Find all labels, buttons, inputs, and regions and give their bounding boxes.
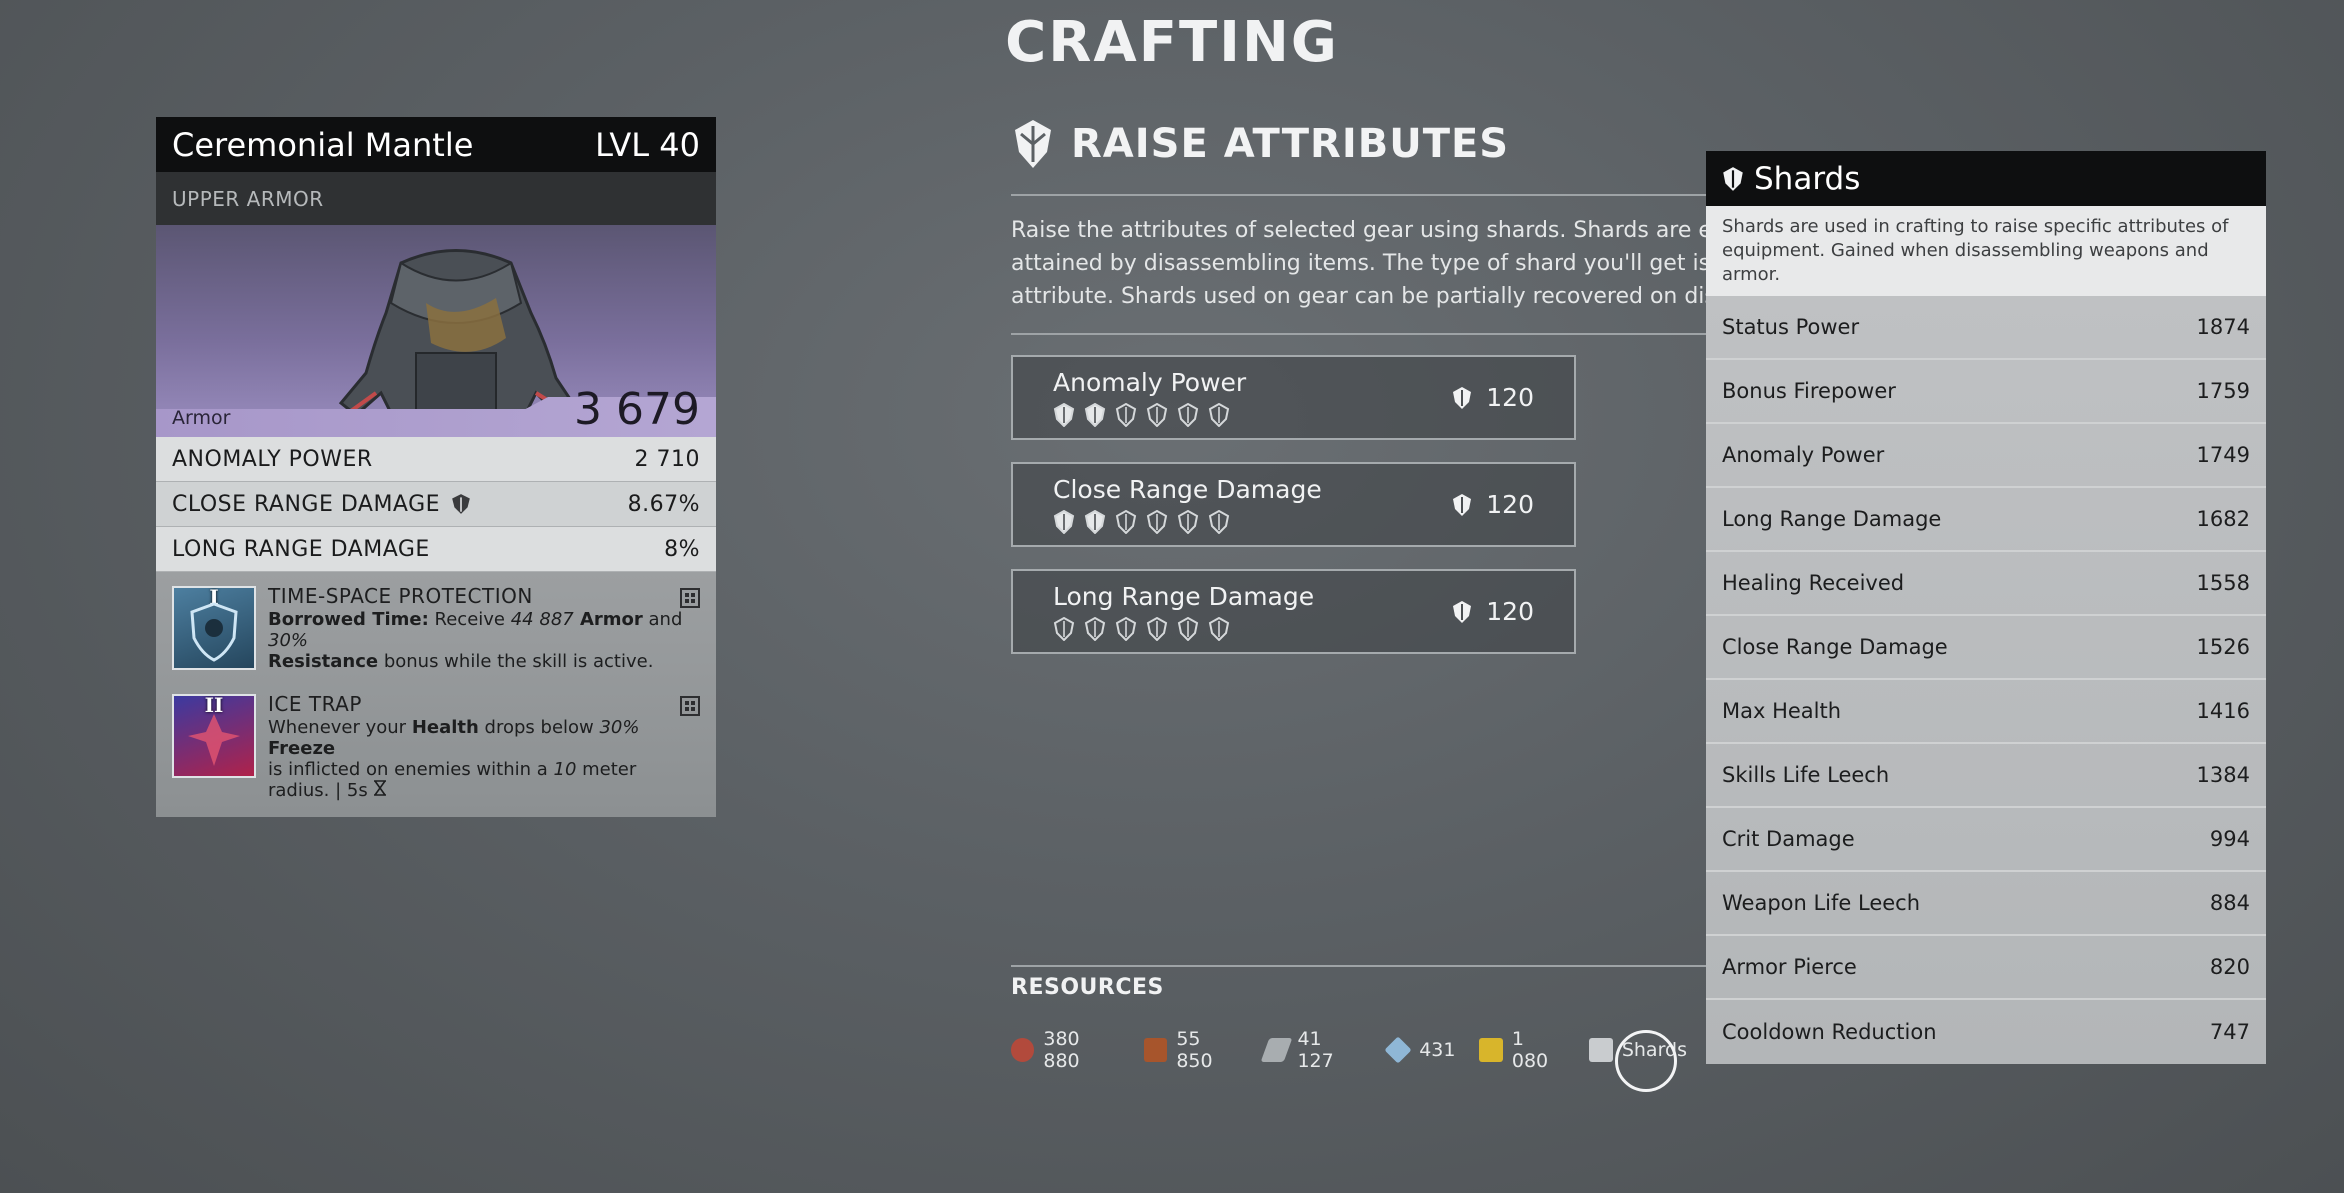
shard-icon — [1453, 493, 1472, 516]
armor-label: Armor — [172, 407, 231, 429]
shard-row: Weapon Life Leech 884 — [1706, 872, 2266, 936]
shard-row: Close Range Damage 1526 — [1706, 616, 2266, 680]
anomalium-icon — [1479, 1038, 1503, 1062]
resource-iron[interactable]: 41 127 — [1260, 1028, 1362, 1072]
attribute-long-range-damage-button[interactable]: Long Range Damage 120 — [1011, 569, 1576, 654]
mod-grid-icon — [680, 696, 700, 716]
pip-filled-icon — [1084, 510, 1106, 534]
pip-empty-icon — [1146, 510, 1168, 534]
attribute-cost: 120 — [1452, 383, 1534, 412]
shards-list: Status Power 1874 Bonus Firepower 1759 Anoma… — [1706, 296, 2266, 1064]
pip-filled-icon — [1053, 403, 1075, 427]
pip-empty-icon — [1053, 617, 1075, 641]
pip-empty-icon — [1146, 403, 1168, 427]
pip-empty-icon — [1208, 403, 1230, 427]
item-mods: I TIME-SPACE PROTECTION Borrowed Time: R… — [156, 572, 716, 817]
shards-icon — [1588, 1038, 1613, 1062]
shard-row: Max Health 1416 — [1706, 680, 2266, 744]
leather-icon — [1143, 1038, 1168, 1062]
stat-row: CLOSE RANGE DAMAGE 8.67% — [156, 482, 716, 527]
pip-empty-icon — [1177, 510, 1199, 534]
divider — [1011, 965, 1711, 967]
shard-row: Healing Received 1558 — [1706, 552, 2266, 616]
attribute-cost: 120 — [1452, 597, 1534, 626]
pip-empty-icon — [1208, 510, 1230, 534]
shard-icon — [1453, 386, 1472, 409]
pip-empty-icon — [1146, 617, 1168, 641]
mod-grid-icon — [680, 588, 700, 608]
pip-empty-icon — [1115, 510, 1137, 534]
pip-empty-icon — [1115, 617, 1137, 641]
divider — [1011, 333, 1711, 335]
item-type: UPPER ARMOR — [156, 172, 716, 225]
page-title: CRAFTING — [1005, 10, 1339, 75]
pip-empty-icon — [1115, 403, 1137, 427]
shard-row: Bonus Firepower 1759 — [1706, 360, 2266, 424]
item-level: LVL 40 — [595, 125, 700, 164]
shield-mod-icon: I — [172, 586, 256, 670]
resource-anomalium[interactable]: 1 080 — [1479, 1028, 1564, 1072]
mod-ice-trap[interactable]: II ICE TRAP Whenever your Health drops b… — [172, 694, 700, 801]
shards-description: Shards are used in crafting to raise spe… — [1706, 206, 2266, 296]
shard-row: Status Power 1874 — [1706, 296, 2266, 360]
pip-filled-icon — [1084, 403, 1106, 427]
resource-leather[interactable]: 55 850 — [1143, 1028, 1241, 1072]
raise-description: Raise the attributes of selected gear us… — [1011, 218, 1711, 309]
raise-attributes-panel: RAISE ATTRIBUTES Raise the attributes of… — [1011, 114, 1711, 676]
attribute-anomaly-power-button[interactable]: Anomaly Power 120 — [1011, 355, 1576, 440]
raise-attributes-title: RAISE ATTRIBUTES — [1071, 121, 1510, 167]
shards-title: Shards — [1754, 160, 1861, 197]
shard-icon — [1015, 120, 1051, 168]
item-image: Armor 3 679 — [156, 225, 716, 437]
shard-row: Armor Pierce 820 — [1706, 936, 2266, 1000]
item-card[interactable]: Ceremonial Mantle LVL 40 UPPER ARMOR Arm… — [156, 117, 716, 817]
item-header: Ceremonial Mantle LVL 40 — [156, 117, 716, 172]
resources-title: RESOURCES — [1011, 975, 1164, 1000]
ice-trap-mod-icon: II — [172, 694, 256, 778]
hourglass-icon — [374, 780, 387, 796]
pip-empty-icon — [1084, 617, 1106, 641]
shard-icon — [1453, 600, 1472, 623]
shard-row: Long Range Damage 1682 — [1706, 488, 2266, 552]
pip-filled-icon — [1053, 510, 1075, 534]
shard-row: Crit Damage 994 — [1706, 808, 2266, 872]
shards-tooltip: Shards Shards are used in crafting to ra… — [1706, 151, 2266, 1064]
item-name: Ceremonial Mantle — [172, 125, 474, 164]
shard-icon — [452, 494, 470, 514]
pip-empty-icon — [1177, 403, 1199, 427]
resource-scrap[interactable]: 380 880 — [1011, 1028, 1120, 1072]
pip-empty-icon — [1177, 617, 1199, 641]
item-stats: ANOMALY POWER 2 710 CLOSE RANGE DAMAGE 8… — [156, 437, 716, 572]
cursor-ring — [1615, 1030, 1677, 1092]
crystal-icon — [1384, 1036, 1412, 1064]
resource-crystal[interactable]: 431 — [1384, 1036, 1455, 1064]
iron-icon — [1260, 1038, 1293, 1062]
attribute-level-pips — [1053, 510, 1322, 534]
shard-row: Skills Life Leech 1384 — [1706, 744, 2266, 808]
pip-empty-icon — [1208, 617, 1230, 641]
shard-icon — [1723, 166, 1743, 191]
shard-row: Anomaly Power 1749 — [1706, 424, 2266, 488]
attribute-level-pips — [1053, 403, 1246, 427]
stat-row: LONG RANGE DAMAGE 8% — [156, 527, 716, 572]
divider — [1011, 194, 1711, 196]
resources-row: 380 880 55 850 41 127 431 1 080 Shards — [1011, 1028, 1711, 1072]
armor-value: 3 679 — [574, 384, 700, 435]
stat-row: ANOMALY POWER 2 710 — [156, 437, 716, 482]
attribute-cost: 120 — [1452, 490, 1534, 519]
attribute-level-pips — [1053, 617, 1314, 641]
attribute-close-range-damage-button[interactable]: Close Range Damage 120 — [1011, 462, 1576, 547]
mod-time-space-protection[interactable]: I TIME-SPACE PROTECTION Borrowed Time: R… — [172, 586, 700, 672]
scrap-icon — [1011, 1038, 1035, 1062]
resources-panel: RESOURCES 380 880 55 850 41 127 431 1 080 Sha… — [1011, 965, 1711, 1072]
shard-row: Cooldown Reduction 747 — [1722, 1020, 2250, 1044]
